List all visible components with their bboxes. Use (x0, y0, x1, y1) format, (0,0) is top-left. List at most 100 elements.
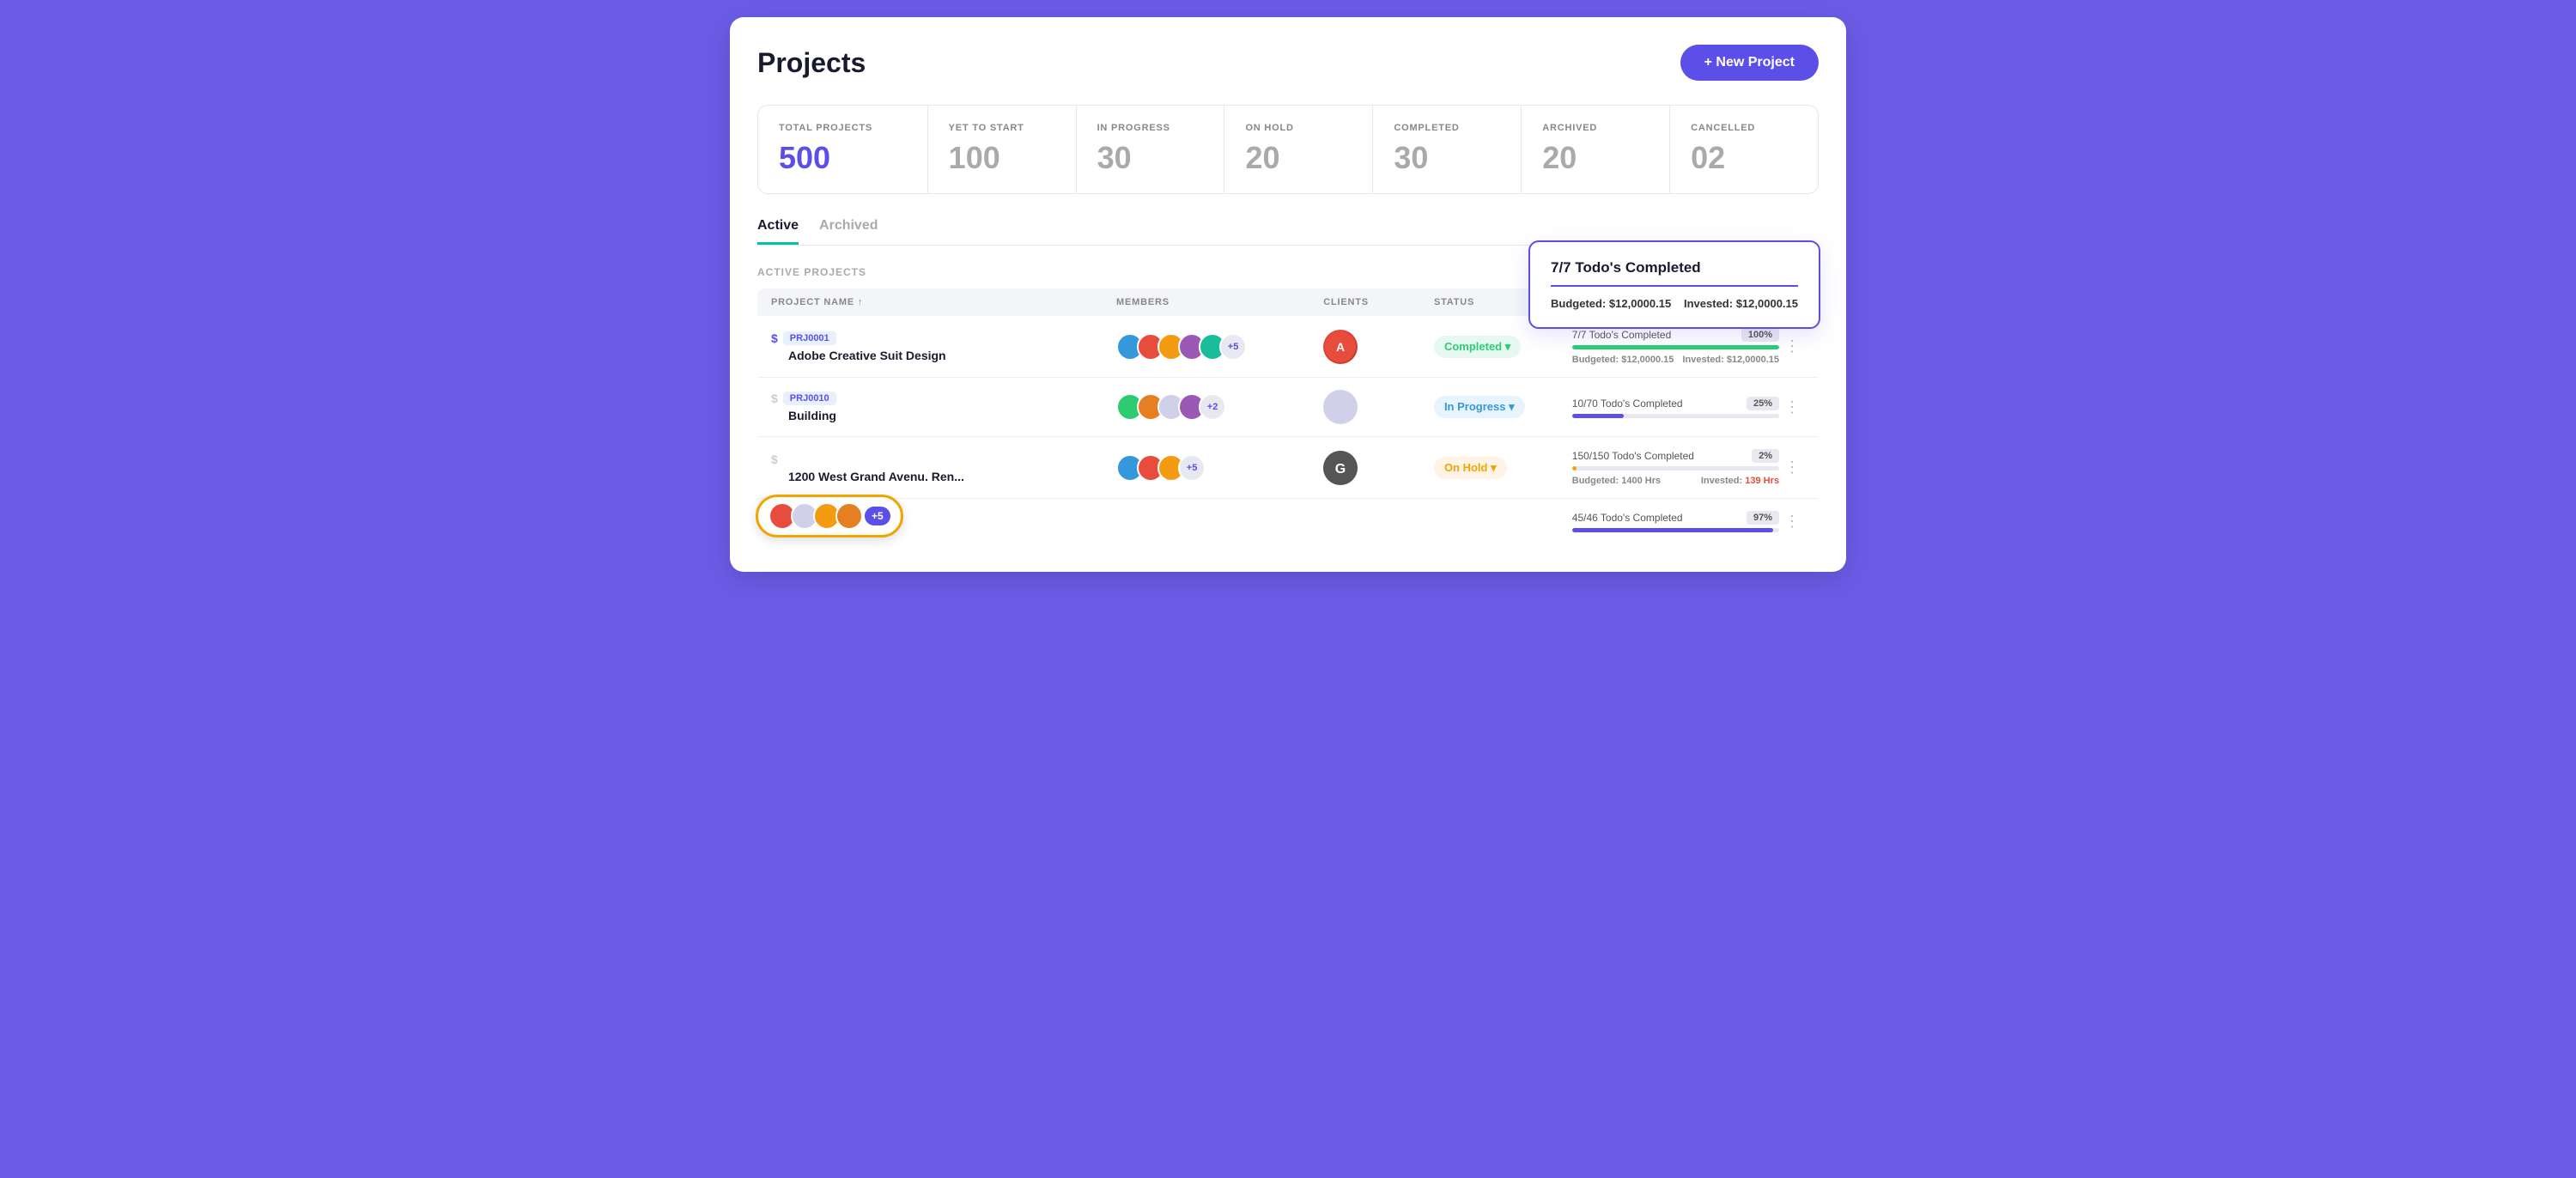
client-avatar-ghost (1323, 390, 1358, 424)
progress-todo: 150/150 Todo's Completed (1572, 450, 1694, 462)
progress-bar-bg (1572, 345, 1779, 349)
tooltip-budgeted: Budgeted: $12,0000.15 (1551, 297, 1671, 310)
progress-bar-bg (1572, 466, 1779, 471)
avatar-popup-count: +5 (865, 507, 890, 525)
client-avatar: A (1323, 330, 1358, 364)
status-cell: Completed ▾ (1434, 336, 1572, 358)
status-badge-completed[interactable]: Completed ▾ (1434, 336, 1521, 358)
table-row: $ PRJ0010 Building +2 In Progress ▾ (757, 378, 1819, 437)
client-avatar: G (1323, 451, 1358, 485)
stat-yet-value: 100 (949, 140, 1055, 176)
progress-cell: 7/7 Todo's Completed 100% Budgeted: $12,… (1572, 328, 1779, 365)
progress-pct: 25% (1747, 397, 1779, 410)
progress-bar-bg (1572, 414, 1779, 418)
stat-total: TOTAL PROJECTS 500 (758, 106, 928, 193)
stat-cancelled-value: 02 (1691, 140, 1797, 176)
table-row: $ 1200 West Grand Avenu. Ren... +5 G On … (757, 437, 1819, 499)
main-card: Projects + New Project TOTAL PROJECTS 50… (730, 17, 1846, 572)
project-id-badge: PRJ0001 (783, 331, 836, 345)
progress-bar-bg (1572, 528, 1779, 532)
project-id-row: $ PRJ0010 (771, 392, 1116, 405)
avatar (835, 502, 863, 530)
budget-row: Budgeted: 1400 Hrs Invested: 139 Hrs (1572, 476, 1779, 486)
progress-todo: 45/46 Todo's Completed (1572, 512, 1683, 524)
stat-yet-label: YET TO START (949, 123, 1055, 133)
status-cell: On Hold ▾ (1434, 457, 1572, 479)
status-badge-inprogress[interactable]: In Progress ▾ (1434, 396, 1525, 418)
dollar-icon: $ (771, 392, 778, 405)
tooltip-divider (1551, 285, 1798, 287)
stat-yet-to-start: YET TO START 100 (928, 106, 1077, 193)
project-id-row: $ PRJ0001 (771, 331, 1116, 345)
invested-label: Invested: $12,0000.15 (1682, 355, 1779, 365)
budget-row: Budgeted: $12,0000.15 Invested: $12,0000… (1572, 355, 1779, 365)
tab-active[interactable]: Active (757, 218, 799, 245)
project-name-cell: $ PRJ0010 Building (771, 392, 1116, 422)
page-title: Projects (757, 47, 866, 79)
progress-top: 150/150 Todo's Completed 2% (1572, 449, 1779, 463)
progress-bar-fill (1572, 345, 1779, 349)
stat-archived-label: ARCHIVED (1542, 123, 1649, 133)
stat-progress-value: 30 (1097, 140, 1204, 176)
members-cell: +2 (1116, 393, 1323, 421)
project-id-badge: PRJ0010 (783, 392, 836, 405)
kebab-menu[interactable]: ⋮ (1779, 458, 1805, 477)
client-cell: G (1323, 451, 1434, 485)
stat-hold-value: 20 (1245, 140, 1352, 176)
avatar-count: +2 (1199, 393, 1226, 421)
svg-text:G: G (1335, 462, 1346, 477)
stat-hold-label: ON HOLD (1245, 123, 1352, 133)
stat-archived-value: 20 (1542, 140, 1649, 176)
tab-archived[interactable]: Archived (819, 218, 878, 245)
project-name-cell: $ PRJ0001 Adobe Creative Suit Design (771, 331, 1116, 362)
progress-cell: 150/150 Todo's Completed 2% Budgeted: 14… (1572, 449, 1779, 486)
stat-completed-value: 30 (1394, 140, 1500, 176)
tooltip-title: 7/7 Todo's Completed (1551, 259, 1798, 276)
tooltip-card: 7/7 Todo's Completed Budgeted: $12,0000.… (1528, 240, 1820, 329)
avatar-popup: +5 (756, 495, 903, 537)
stat-total-value: 500 (779, 140, 907, 176)
client-cell (1323, 390, 1434, 424)
col-project-name[interactable]: PROJECT NAME ↑ (771, 297, 1116, 307)
kebab-menu[interactable]: ⋮ (1779, 337, 1805, 355)
table-row: 45/46 Todo's Completed 97% ⋮ (757, 499, 1819, 544)
kebab-menu[interactable]: ⋮ (1779, 513, 1805, 531)
project-id-row: $ (771, 452, 1116, 466)
project-name: 1200 West Grand Avenu. Ren... (771, 470, 1116, 483)
stat-completed-label: COMPLETED (1394, 123, 1500, 133)
progress-bar-fill (1572, 528, 1773, 532)
progress-todo: 10/70 Todo's Completed (1572, 398, 1683, 410)
members-cell: +5 (1116, 454, 1323, 482)
new-project-button[interactable]: + New Project (1680, 45, 1819, 81)
kebab-menu[interactable]: ⋮ (1779, 398, 1805, 416)
progress-pct: 2% (1752, 449, 1779, 463)
avatar-count: +5 (1219, 333, 1247, 361)
invested-label: Invested: 139 Hrs (1701, 476, 1779, 486)
stat-cancelled: CANCELLED 02 (1670, 106, 1818, 193)
members-cell: +5 (1116, 333, 1323, 361)
tooltip-budget-row: Budgeted: $12,0000.15 Invested: $12,0000… (1551, 297, 1798, 310)
progress-bar-fill (1572, 414, 1624, 418)
status-badge-onhold[interactable]: On Hold ▾ (1434, 457, 1507, 479)
progress-cell: 45/46 Todo's Completed 97% (1572, 511, 1779, 532)
avatar-stack: +2 (1116, 393, 1219, 421)
stats-row: TOTAL PROJECTS 500 YET TO START 100 IN P… (757, 105, 1819, 194)
stat-in-progress: IN PROGRESS 30 (1077, 106, 1225, 193)
budgeted-label: Budgeted: $12,0000.15 (1572, 355, 1674, 365)
progress-top: 45/46 Todo's Completed 97% (1572, 511, 1779, 525)
col-members: MEMBERS (1116, 297, 1323, 307)
progress-cell: 10/70 Todo's Completed 25% (1572, 397, 1779, 418)
svg-text:A: A (1336, 340, 1345, 354)
avatar-stack: +5 (1116, 333, 1240, 361)
stat-on-hold: ON HOLD 20 (1224, 106, 1373, 193)
avatar-stack: +5 (1116, 454, 1199, 482)
dollar-icon: $ (771, 452, 778, 466)
status-cell: In Progress ▾ (1434, 396, 1572, 418)
tooltip-invested: Invested: $12,0000.15 (1684, 297, 1798, 310)
progress-bar-fill (1572, 466, 1577, 471)
stat-cancelled-label: CANCELLED (1691, 123, 1797, 133)
progress-pct: 97% (1747, 511, 1779, 525)
client-cell: A (1323, 330, 1434, 364)
stat-completed: COMPLETED 30 (1373, 106, 1522, 193)
header-row: Projects + New Project (757, 45, 1819, 81)
